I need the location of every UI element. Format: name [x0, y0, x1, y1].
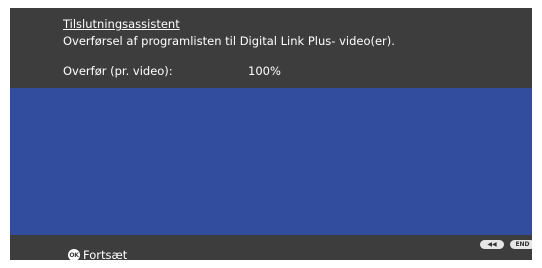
end-button-label: END [515, 241, 530, 248]
footer-bar: OK Fortsæt ◀◀ END [10, 235, 532, 260]
end-button[interactable]: END [510, 240, 532, 249]
continue-button[interactable]: OK Fortsæt [68, 248, 127, 260]
wizard-title: Tilslutningsassistent [63, 17, 180, 31]
content-panel [10, 88, 532, 235]
transfer-progress-label: Overfør (pr. video): [63, 64, 173, 78]
tv-menu-screen: Tilslutningsassistent Overførsel af prog… [10, 8, 532, 260]
ok-button-icon: OK [68, 249, 80, 260]
back-button[interactable]: ◀◀ [480, 240, 504, 249]
wizard-subtitle: Overførsel af programlisten til Digital … [63, 34, 395, 48]
wizard-header: Tilslutningsassistent Overførsel af prog… [10, 8, 532, 88]
transfer-progress-value: 100% [248, 64, 281, 78]
rewind-back-icon: ◀◀ [487, 241, 497, 248]
continue-label: Fortsæt [83, 248, 128, 260]
